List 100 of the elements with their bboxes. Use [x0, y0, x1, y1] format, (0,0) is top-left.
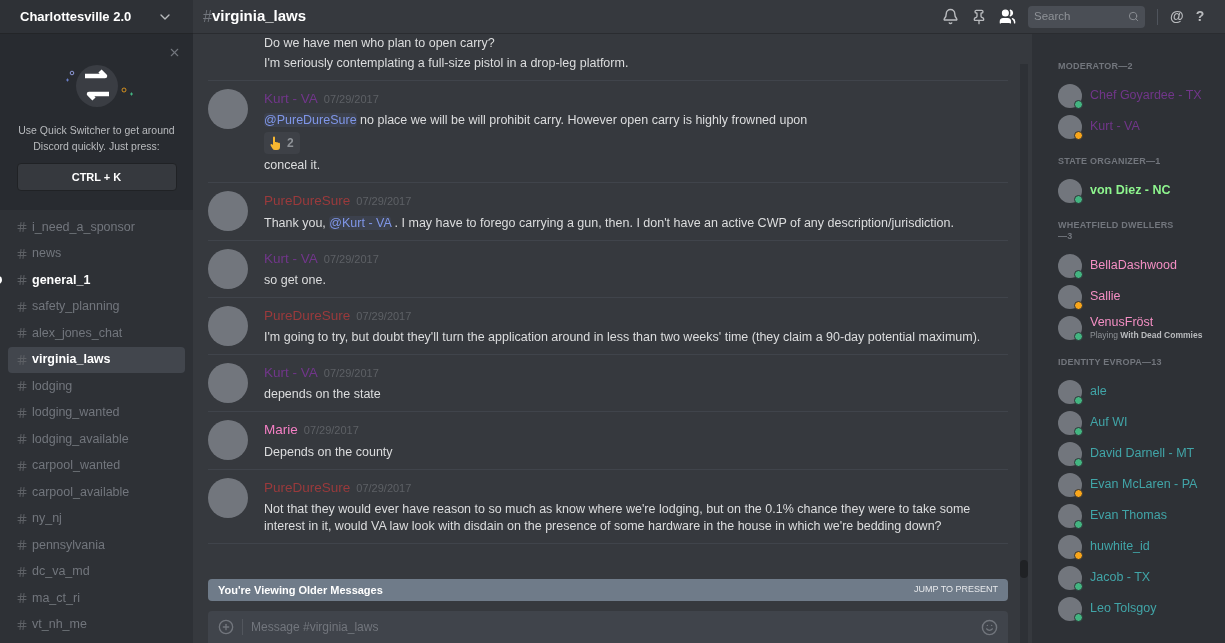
author-name[interactable]: PureDureSure: [264, 305, 351, 326]
hash-icon: [16, 592, 28, 605]
member-name[interactable]: ale: [1090, 384, 1107, 399]
avatar-placeholder[interactable]: [1058, 472, 1082, 497]
avatar-placeholder[interactable]: [1058, 596, 1082, 621]
members-icon[interactable]: [999, 8, 1016, 25]
member-activity: Playing With Dead Commies: [1090, 330, 1203, 340]
avatar-placeholder[interactable]: [1058, 114, 1082, 139]
reaction-pill[interactable]: 2: [264, 132, 300, 155]
channel-item[interactable]: carpool_wanted: [8, 452, 185, 479]
help-button[interactable]: ?: [1195, 6, 1205, 27]
message-text: @PureDureSure no place we will be will prohibit carry. However open carry is highly frowned upon: [264, 112, 809, 130]
quick-switcher-hint: Use Quick Switcher to get around Discord quickly. Just press:: [17, 123, 176, 154]
member-name[interactable]: BellaDashwood: [1090, 258, 1177, 273]
close-icon[interactable]: [168, 46, 181, 59]
user-mention-link[interactable]: @Kurt - VA: [329, 215, 392, 230]
message-text: I'm going to try, but doubt they'll turn the application around in less than two weeks' time (they claim a 90-day potential maximum).: [264, 329, 982, 346]
hash-icon: [16, 353, 28, 366]
shortcut-key: CTRL + K: [16, 163, 177, 191]
channel-item[interactable]: vt_nh_me: [8, 611, 185, 638]
hash-icon: [16, 327, 28, 340]
channel-item[interactable]: lodging: [8, 373, 185, 400]
role-heading: STATE ORGANIZER—1: [1058, 156, 1162, 167]
pin-icon[interactable]: [971, 8, 987, 25]
role-heading: MODERATOR—2: [1058, 61, 1134, 72]
avatar-placeholder[interactable]: [1058, 379, 1082, 404]
channel-item[interactable]: virginia_laws: [8, 346, 185, 373]
hash-icon: [16, 406, 28, 419]
member-name[interactable]: Jacob - TX: [1090, 570, 1151, 585]
channel-item[interactable]: news: [8, 240, 185, 267]
mentions-button[interactable]: @: [1170, 6, 1184, 27]
hash-icon: [16, 221, 28, 234]
hash-icon: [16, 539, 28, 552]
author-name[interactable]: Marie: [264, 420, 298, 441]
hash-icon: [16, 300, 28, 313]
scrollbar[interactable]: [1020, 64, 1028, 643]
member-name[interactable]: Auf WI: [1090, 415, 1128, 430]
channel-item[interactable]: lodging_available: [8, 426, 185, 453]
channel-item[interactable]: carpool_available: [8, 479, 185, 506]
member-name[interactable]: Leo Tolsgoy: [1090, 601, 1157, 616]
author-name[interactable]: PureDureSure: [264, 477, 351, 498]
hash-icon: [16, 433, 28, 446]
channel-item[interactable]: dc_va_md: [8, 558, 185, 585]
message-text: Depends on the county: [264, 443, 394, 461]
hash-icon: [16, 618, 28, 631]
message-text: conceal it.: [264, 157, 322, 175]
channel-item[interactable]: i_need_a_sponsor: [8, 214, 185, 241]
avatar-placeholder[interactable]: [1058, 83, 1082, 108]
channel-item[interactable]: ma_ct_ri: [8, 585, 185, 612]
user-mention-link[interactable]: @PureDureSure: [264, 113, 357, 128]
author-name[interactable]: PureDureSure: [264, 191, 351, 212]
reaction-count: 2: [287, 135, 294, 153]
avatar-placeholder[interactable]: [1058, 410, 1082, 435]
channel-title: virginia_laws: [211, 6, 307, 27]
avatar-placeholder[interactable]: [1058, 178, 1082, 203]
avatar-placeholder[interactable]: [1058, 315, 1082, 340]
member-name[interactable]: VenusFröst: [1090, 315, 1203, 330]
avatar-placeholder[interactable]: [1058, 534, 1082, 559]
server-name[interactable]: Charlottesville 2.0: [20, 6, 132, 27]
avatar-placeholder[interactable]: [1058, 441, 1082, 466]
hash-icon: [16, 247, 28, 260]
channel-item[interactable]: lodging_wanted: [8, 399, 185, 426]
bell-icon[interactable]: [942, 8, 959, 25]
avatar-placeholder[interactable]: [1058, 565, 1082, 590]
role-heading: IDENTITY EVROPA—13: [1058, 357, 1163, 368]
message-text: Thank you, @Kurt - VA . I may have to forego carrying a gun, then. I don't have an active CWP of any description/jurisdiction.: [264, 214, 955, 232]
member-name[interactable]: Chef Goyardee - TX: [1090, 88, 1202, 103]
role-heading: WHEATFIELD DWELLERS—3: [1058, 220, 1175, 242]
hash-icon: [16, 459, 28, 472]
message-text: depends on the state: [264, 386, 382, 404]
message-text: so get one.: [264, 271, 327, 289]
message-text: I'm seriously contemplating a full-size pistol in a drop-leg platform.: [264, 55, 630, 72]
older-messages-text: You're Viewing Older Messages: [218, 582, 383, 598]
search-icon: [1128, 11, 1139, 22]
search-field[interactable]: Search: [1028, 5, 1145, 28]
pointing-hand-icon: [270, 136, 281, 151]
member-name[interactable]: Evan Thomas: [1090, 508, 1167, 523]
member-name[interactable]: Sallie: [1090, 289, 1121, 304]
channel-item[interactable]: ny_nj: [8, 505, 185, 532]
channel-item[interactable]: general_1: [8, 267, 185, 294]
avatar-placeholder[interactable]: [1058, 284, 1082, 309]
channel-item[interactable]: safety_planning: [8, 293, 185, 320]
channel-item[interactable]: alex_jones_chat: [8, 320, 185, 347]
message-text: Not that they would ever have reason to so much as know where we're lodging, but on the 0.1% chance they were to take some interest in it, would VA law look with disdain on the presence of some hardware in the house in which we're bedding down?: [264, 500, 972, 535]
member-name[interactable]: David Darnell - MT: [1090, 446, 1195, 461]
member-name[interactable]: Evan McLaren - PA: [1090, 477, 1198, 492]
avatar-placeholder[interactable]: [1058, 503, 1082, 528]
message-text: Do we have men who plan to open carry?: [264, 35, 496, 52]
hash-icon: [16, 274, 28, 287]
hash-icon: [16, 486, 28, 499]
channel-hash: #: [203, 6, 212, 27]
jump-to-present-link[interactable]: JUMP TO PRESENT: [913, 583, 998, 597]
member-name[interactable]: von Diez - NC: [1090, 183, 1171, 198]
avatar-placeholder[interactable]: [1058, 253, 1082, 278]
hash-icon: [16, 512, 28, 525]
hash-icon: [16, 565, 28, 578]
member-name[interactable]: Kurt - VA: [1090, 119, 1140, 134]
hash-icon: [16, 380, 28, 393]
member-name[interactable]: huwhite_id: [1090, 539, 1150, 554]
channel-item[interactable]: pennsylvania: [8, 532, 185, 559]
